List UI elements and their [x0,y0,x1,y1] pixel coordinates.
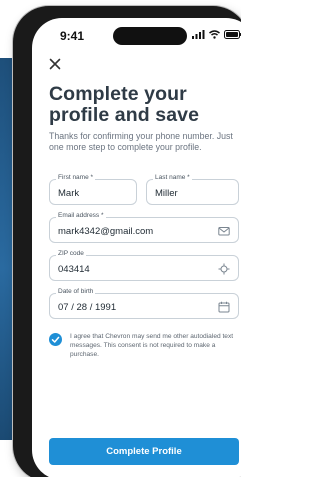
status-icons [192,30,241,39]
complete-profile-button[interactable]: Complete Profile [49,438,239,465]
email-label: Email address * [56,212,106,219]
consent-checkbox[interactable] [49,333,62,346]
date-of-birth-label: Date of birth [56,288,96,295]
status-bar: 9:41 [32,18,241,54]
consent-text: I agree that Chevron may send me other a… [70,333,234,358]
calendar-icon[interactable] [218,301,230,313]
status-time: 9:41 [60,29,85,43]
page-subtitle: Thanks for confirming your phone number.… [49,131,233,152]
mail-icon [218,227,230,236]
phone-frame: 9:41 Complete your profile and save Than… [13,6,241,477]
last-name-label: Last name * [153,174,192,181]
first-name-label: First name * [56,174,96,181]
first-name-field[interactable]: First name * Mark [49,174,137,205]
location-icon[interactable] [218,263,230,275]
email-value: mark4342@gmail.com [58,226,154,237]
date-of-birth-field[interactable]: Date of birth 07 / 28 / 1991 [49,288,239,319]
last-name-value: Miller [155,188,178,199]
first-name-value: Mark [58,188,80,199]
zip-code-value: 043414 [58,264,90,275]
zip-code-field[interactable]: ZIP code 043414 [49,250,239,281]
dynamic-island [113,27,187,45]
signal-icon [192,30,205,39]
email-field[interactable]: Email address * mark4342@gmail.com [49,212,239,243]
close-icon[interactable] [49,58,61,70]
wifi-icon [209,30,220,39]
date-of-birth-value: 07 / 28 / 1991 [58,302,117,313]
page-title: Complete your profile and save [49,83,200,126]
battery-icon [224,30,241,39]
checkmark-icon [51,336,60,343]
zip-code-label: ZIP code [56,250,86,257]
phone-screen: 9:41 Complete your profile and save Than… [32,18,241,477]
stage: 9:41 Complete your profile and save Than… [0,0,241,477]
last-name-field[interactable]: Last name * Miller [146,174,239,205]
